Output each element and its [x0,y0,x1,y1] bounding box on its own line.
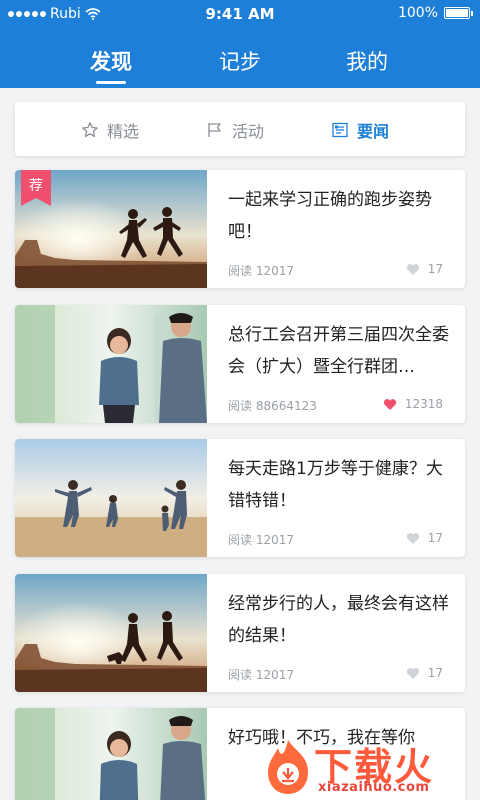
battery-area: 100% [397,5,473,21]
article-likes[interactable]: 12318 [383,397,443,411]
article-title: 总行工会召开第三届四次全委会（扩大）暨全行群团… [228,325,449,377]
app-header: Rubi 9:41 AM 100% 发现 记步 我的 [0,0,480,88]
battery-percent: 100% [397,5,438,21]
heart-icon [406,532,419,544]
news-icon [332,122,348,138]
article-title: 经常步行的人，最终会有这样的结果！ [228,594,449,646]
subtab-news-label: 要闻 [357,122,390,141]
like-count: 12318 [404,397,443,411]
watermark-url: xiazaihuo.com [318,780,430,795]
subtab-featured-label: 精选 [107,122,140,141]
heart-icon [383,398,396,410]
subtab-activity-label: 活动 [232,122,265,141]
heart-icon [406,667,419,679]
sub-nav: 精选 活动 要闻 [15,102,465,156]
like-count: 17 [427,262,443,276]
article-reads: 阅读 12017 [228,533,294,547]
article-card[interactable]: 荐 一起来学习正确的跑步姿势吧！ 阅读 12017 17 [15,170,465,288]
article-thumbnail [15,439,207,557]
subtab-featured[interactable]: 精选 [81,118,139,142]
heart-icon [406,263,419,275]
article-thumbnail [15,574,207,692]
flag-icon [208,123,221,137]
tab-steps[interactable]: 记步 [219,46,261,76]
article-title: 一起来学习正确的跑步姿势吧！ [228,190,432,242]
article-card[interactable]: 总行工会召开第三届四次全委会（扩大）暨全行群团… 阅读 88664123 123… [15,305,465,423]
tab-discover[interactable]: 发现 [90,46,132,84]
star-icon [82,122,98,138]
article-card[interactable]: 每天走路1万步等于健康？大错特错！ 阅读 12017 17 [15,439,465,557]
article-reads: 阅读 12017 [228,264,294,278]
battery-icon [444,7,473,19]
like-count: 17 [427,531,443,545]
subtab-news[interactable]: 要闻 [331,118,389,142]
tab-mine[interactable]: 我的 [346,46,388,76]
subtab-activity[interactable]: 活动 [206,118,264,142]
like-count: 17 [427,666,443,680]
status-bar: Rubi 9:41 AM 100% [0,0,480,28]
article-likes[interactable]: 17 [406,531,443,545]
recommend-badge-label: 荐 [29,178,43,194]
article-thumbnail [15,708,207,800]
article-reads: 阅读 88664123 [228,399,317,413]
article-reads: 阅读 12017 [228,668,294,682]
article-card[interactable]: 经常步行的人，最终会有这样的结果！ 阅读 12017 17 [15,574,465,692]
recommend-badge: 荐 [21,170,51,206]
top-tabs: 发现 记步 我的 [0,46,480,86]
flame-logo-icon [268,740,308,794]
article-likes[interactable]: 17 [406,262,443,276]
watermark: 下载火 xiazaihuo.com [262,736,472,800]
article-title: 每天走路1万步等于健康？大错特错！ [228,459,443,511]
article-thumbnail [15,305,207,423]
article-likes[interactable]: 17 [406,666,443,680]
